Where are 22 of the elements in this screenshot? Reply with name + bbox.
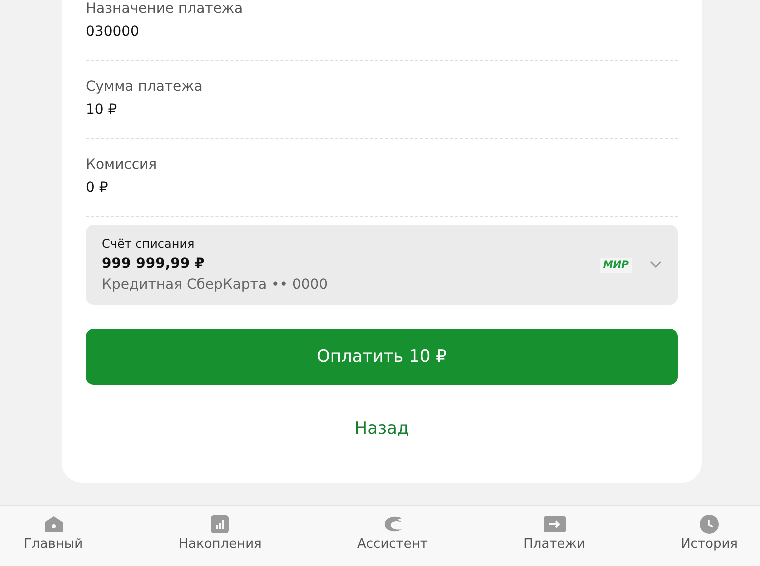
field-value: 10 ₽ bbox=[86, 102, 118, 118]
field-label: Назначение платежа bbox=[86, 1, 244, 17]
field-label: Комиссия bbox=[86, 157, 158, 173]
chevron-down-icon bbox=[650, 261, 662, 269]
nav-item[interactable]: Ассистент bbox=[358, 506, 428, 566]
field-label: Сумма платежа bbox=[86, 79, 204, 95]
nav-item[interactable]: Накопления bbox=[178, 506, 262, 566]
field-value: 030000 bbox=[86, 24, 140, 40]
account-balance: 999 999,99 ₽ bbox=[102, 256, 206, 272]
back-link[interactable]: Назад bbox=[354, 419, 410, 439]
nav-item[interactable]: Главный bbox=[24, 506, 84, 566]
home-icon bbox=[44, 515, 64, 534]
account-label: Счёт списания bbox=[102, 237, 196, 251]
card-name: Кредитная СберКарта •• 0000 bbox=[102, 277, 330, 293]
clock-icon bbox=[700, 515, 720, 534]
nav-item[interactable]: Платежи bbox=[524, 506, 586, 566]
chart-icon bbox=[211, 515, 230, 534]
account-selector[interactable]: Счёт списания 999 999,99 ₽ Кредитная СберКарта •• 0000 МИР bbox=[86, 225, 678, 305]
field-value: 0 ₽ bbox=[86, 180, 110, 196]
card-brand-logo: МИР bbox=[600, 258, 632, 272]
nav-item[interactable]: История bbox=[681, 506, 738, 566]
pay-button[interactable]: Оплатить 10 ₽ bbox=[86, 329, 678, 385]
